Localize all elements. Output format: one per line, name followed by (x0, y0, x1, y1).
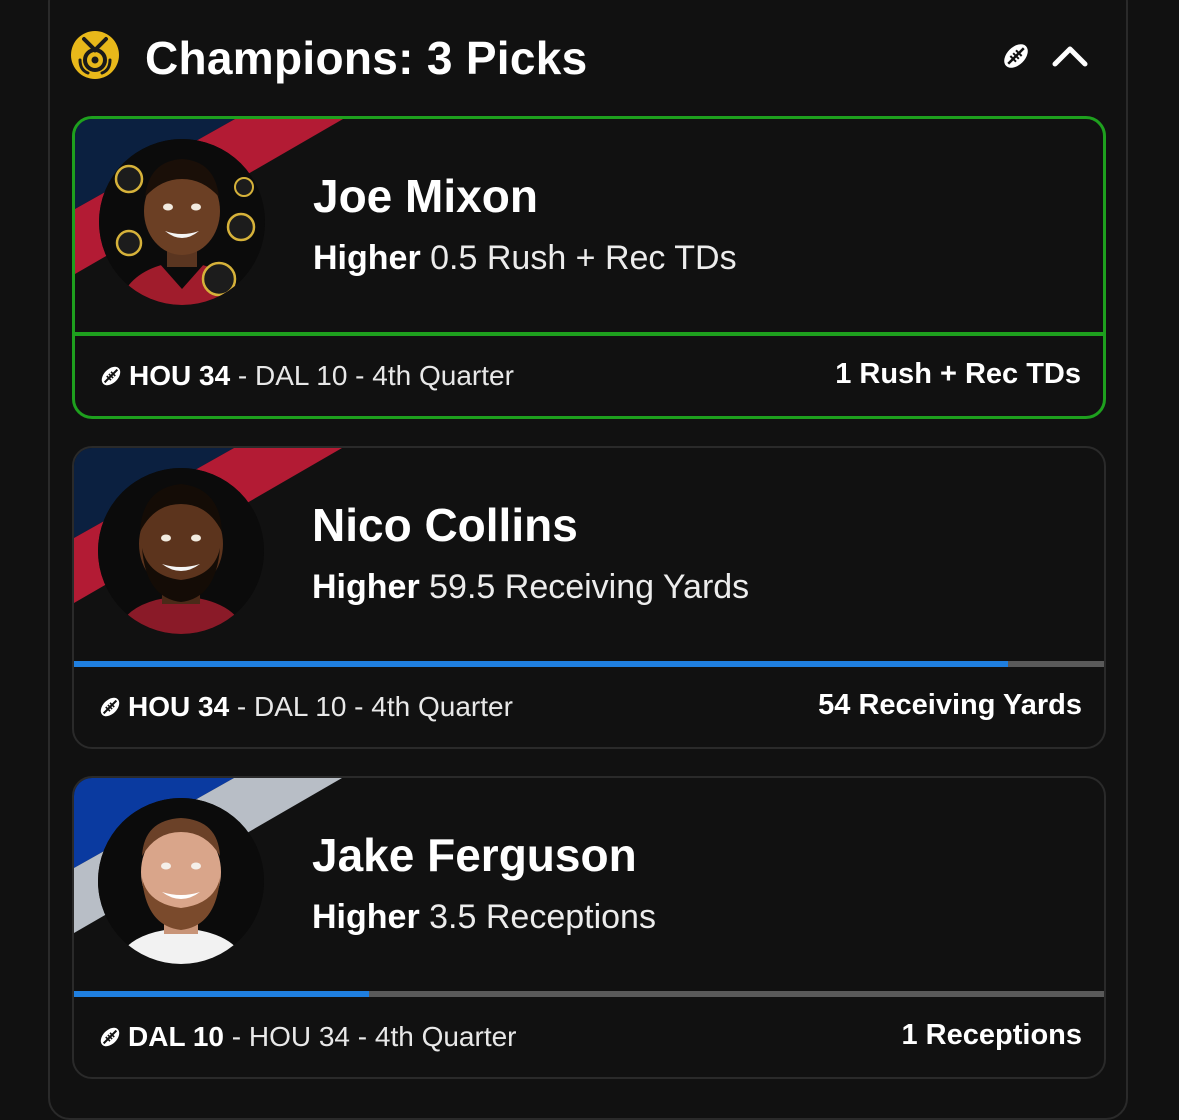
team-score: DAL 10 (128, 1021, 224, 1052)
page-title: Champions: 3 Picks (145, 32, 588, 84)
pick-direction: Higher (312, 568, 420, 606)
player-name: Nico Collins (312, 499, 578, 551)
current-stat: 1 Rush + Rec TDs (835, 358, 1081, 390)
pick-direction: Higher (313, 239, 421, 277)
player-name: Joe Mixon (313, 170, 538, 222)
football-icon (100, 697, 120, 717)
game-status: - DAL 10 - 4th Quarter (229, 691, 513, 722)
pick-card-jake-ferguson[interactable]: Jake Ferguson Higher 3.5 Receptions DAL … (72, 776, 1106, 1079)
football-icon (100, 1027, 120, 1047)
current-stat: 1 Receptions (901, 1019, 1083, 1051)
pick-threshold: 59.5 Receiving Yards (429, 568, 750, 606)
player-name: Jake Ferguson (312, 829, 637, 881)
pick-card-nico-collins[interactable]: Nico Collins Higher 59.5 Receiving Yards… (72, 446, 1106, 749)
chevron-up-icon[interactable] (1050, 38, 1090, 72)
pick-card-joe-mixon[interactable]: Joe Mixon Higher 0.5 Rush + Rec TDs HOU … (72, 116, 1106, 419)
panel-header[interactable]: Champions: 3 Picks (70, 28, 1110, 88)
pick-direction: Higher (312, 898, 420, 936)
team-score: HOU 34 (128, 691, 230, 722)
team-score: HOU 34 (129, 360, 231, 391)
football-icon (101, 366, 121, 386)
player-avatar (98, 798, 264, 964)
player-avatar (98, 468, 264, 634)
current-stat: 54 Receiving Yards (818, 689, 1082, 721)
medal-icon (71, 31, 119, 79)
pick-threshold: 0.5 Rush + Rec TDs (430, 239, 737, 277)
game-score: HOU 34 - DAL 10 - 4th Quarter (98, 691, 513, 723)
player-avatar (99, 139, 265, 305)
game-score: DAL 10 - HOU 34 - 4th Quarter (98, 1021, 517, 1053)
game-status: - HOU 34 - 4th Quarter (223, 1021, 517, 1052)
game-status: - DAL 10 - 4th Quarter (230, 360, 514, 391)
pick-line: Higher 0.5 Rush + Rec TDs (313, 239, 737, 278)
pick-line: Higher 59.5 Receiving Yards (312, 568, 749, 607)
pick-threshold: 3.5 Receptions (429, 898, 656, 936)
game-score: HOU 34 - DAL 10 - 4th Quarter (99, 360, 514, 392)
football-icon (1004, 44, 1028, 68)
pick-line: Higher 3.5 Receptions (312, 898, 656, 937)
